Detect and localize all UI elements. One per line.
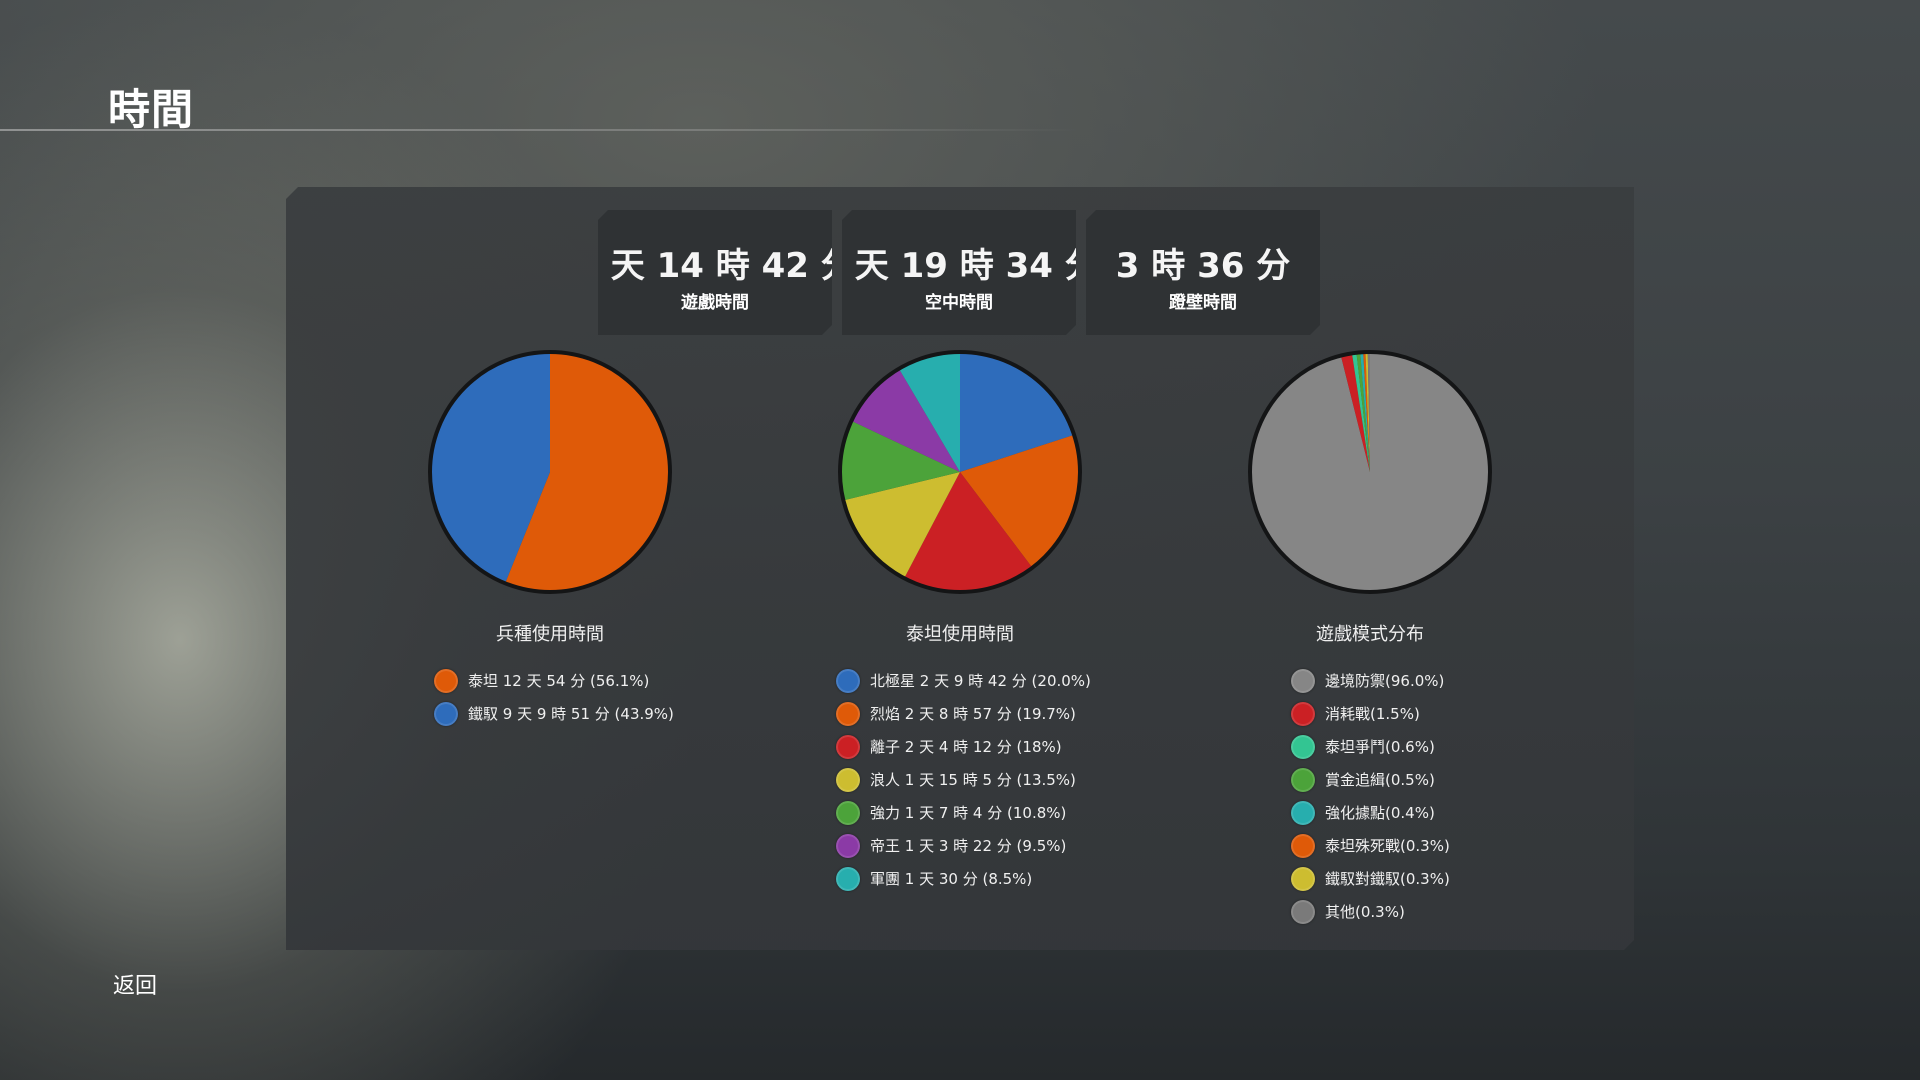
stat-value: 3 時 36 分	[1115, 246, 1291, 286]
pie-chart-game-mode	[1248, 350, 1492, 594]
legend-item: 泰坦殊死戰(0.3%)	[1291, 829, 1450, 862]
legend-titan-usage: 北極星 2 天 9 時 42 分 (20.0%) 烈焰 2 天 8 時 57 分…	[836, 664, 1091, 895]
legend-label: 其他(0.3%)	[1325, 903, 1405, 921]
legend-label: 泰坦殊死戰(0.3%)	[1325, 837, 1450, 855]
legend-swatch	[836, 767, 860, 792]
legend-label: 邊境防禦(96.0%)	[1325, 672, 1445, 690]
legend-label: 浪人 1 天 15 時 5 分 (13.5%)	[870, 771, 1076, 789]
legend-label: 烈焰 2 天 8 時 57 分 (19.7%)	[870, 705, 1076, 723]
legend-label: 賞金追緝(0.5%)	[1325, 771, 1435, 789]
legend-label: 泰坦 12 天 54 分 (56.1%)	[468, 672, 650, 690]
legend-item: 北極星 2 天 9 時 42 分 (20.0%)	[836, 664, 1091, 697]
legend-swatch	[836, 833, 860, 858]
pie-chart-class-usage	[428, 350, 672, 594]
legend-item: 強化據點(0.4%)	[1291, 796, 1450, 829]
legend-swatch	[434, 668, 458, 693]
stat-label: 空中時間	[925, 293, 993, 313]
legend-item: 軍團 1 天 30 分 (8.5%)	[836, 862, 1091, 895]
legend-swatch	[434, 701, 458, 726]
legend-swatch	[1291, 899, 1315, 924]
legend-label: 強化據點(0.4%)	[1325, 804, 1435, 822]
legend-label: 離子 2 天 4 時 12 分 (18%)	[870, 738, 1062, 756]
legend-item: 賞金追緝(0.5%)	[1291, 763, 1450, 796]
stat-label: 蹬壁時間	[1169, 293, 1237, 313]
legend-item: 鐵馭 9 天 9 時 51 分 (43.9%)	[434, 697, 674, 730]
legend-swatch	[836, 701, 860, 726]
legend-swatch	[1291, 800, 1315, 825]
stat-card-wallrun-time: 3 時 36 分 蹬壁時間	[1086, 210, 1320, 335]
legend-swatch	[836, 866, 860, 891]
legend-item: 泰坦爭鬥(0.6%)	[1291, 730, 1450, 763]
legend-item: 離子 2 天 4 時 12 分 (18%)	[836, 730, 1091, 763]
legend-label: 北極星 2 天 9 時 42 分 (20.0%)	[870, 672, 1091, 690]
legend-item: 邊境防禦(96.0%)	[1291, 664, 1450, 697]
page-title: 時間	[108, 85, 195, 134]
legend-swatch	[836, 800, 860, 825]
legend-item: 帝王 1 天 3 時 22 分 (9.5%)	[836, 829, 1091, 862]
legend-game-mode: 邊境防禦(96.0%) 消耗戰(1.5%) 泰坦爭鬥(0.6%) 賞金追緝(0.…	[1291, 664, 1450, 928]
chart-title-class-usage: 兵種使用時間	[496, 624, 604, 645]
stat-value: 1 天 14 時 42 分	[610, 246, 809, 286]
legend-label: 消耗戰(1.5%)	[1325, 705, 1420, 723]
legend-swatch	[1291, 833, 1315, 858]
legend-item: 泰坦 12 天 54 分 (56.1%)	[434, 664, 674, 697]
legend-label: 帝王 1 天 3 時 22 分 (9.5%)	[870, 837, 1067, 855]
stat-value: 2 天 19 時 34 分	[854, 246, 1053, 286]
legend-swatch	[1291, 701, 1315, 726]
legend-label: 鐵馭 9 天 9 時 51 分 (43.9%)	[468, 705, 674, 723]
legend-item: 強力 1 天 7 時 4 分 (10.8%)	[836, 796, 1091, 829]
legend-label: 泰坦爭鬥(0.6%)	[1325, 738, 1435, 756]
legend-swatch	[1291, 668, 1315, 693]
chart-title-titan-usage: 泰坦使用時間	[906, 624, 1014, 645]
legend-swatch	[1291, 866, 1315, 891]
legend-label: 強力 1 天 7 時 4 分 (10.8%)	[870, 804, 1067, 822]
legend-item: 消耗戰(1.5%)	[1291, 697, 1450, 730]
legend-swatch	[1291, 767, 1315, 792]
back-button[interactable]: 返回	[113, 968, 157, 1000]
stat-card-game-time: 1 天 14 時 42 分 遊戲時間	[598, 210, 832, 335]
pie-chart-titan-usage	[838, 350, 1082, 594]
legend-label: 鐵馭對鐵馭(0.3%)	[1325, 870, 1450, 888]
stat-card-air-time: 2 天 19 時 34 分 空中時間	[842, 210, 1076, 335]
chart-title-game-mode: 遊戲模式分布	[1316, 624, 1424, 645]
legend-label: 軍團 1 天 30 分 (8.5%)	[870, 870, 1033, 888]
legend-item: 其他(0.3%)	[1291, 895, 1450, 928]
legend-item: 鐵馭對鐵馭(0.3%)	[1291, 862, 1450, 895]
legend-swatch	[836, 734, 860, 759]
legend-swatch	[1291, 734, 1315, 759]
stat-label: 遊戲時間	[681, 293, 749, 313]
title-divider	[0, 129, 1080, 131]
legend-item: 浪人 1 天 15 時 5 分 (13.5%)	[836, 763, 1091, 796]
legend-item: 烈焰 2 天 8 時 57 分 (19.7%)	[836, 697, 1091, 730]
legend-class-usage: 泰坦 12 天 54 分 (56.1%) 鐵馭 9 天 9 時 51 分 (43…	[434, 664, 674, 730]
legend-swatch	[836, 668, 860, 693]
